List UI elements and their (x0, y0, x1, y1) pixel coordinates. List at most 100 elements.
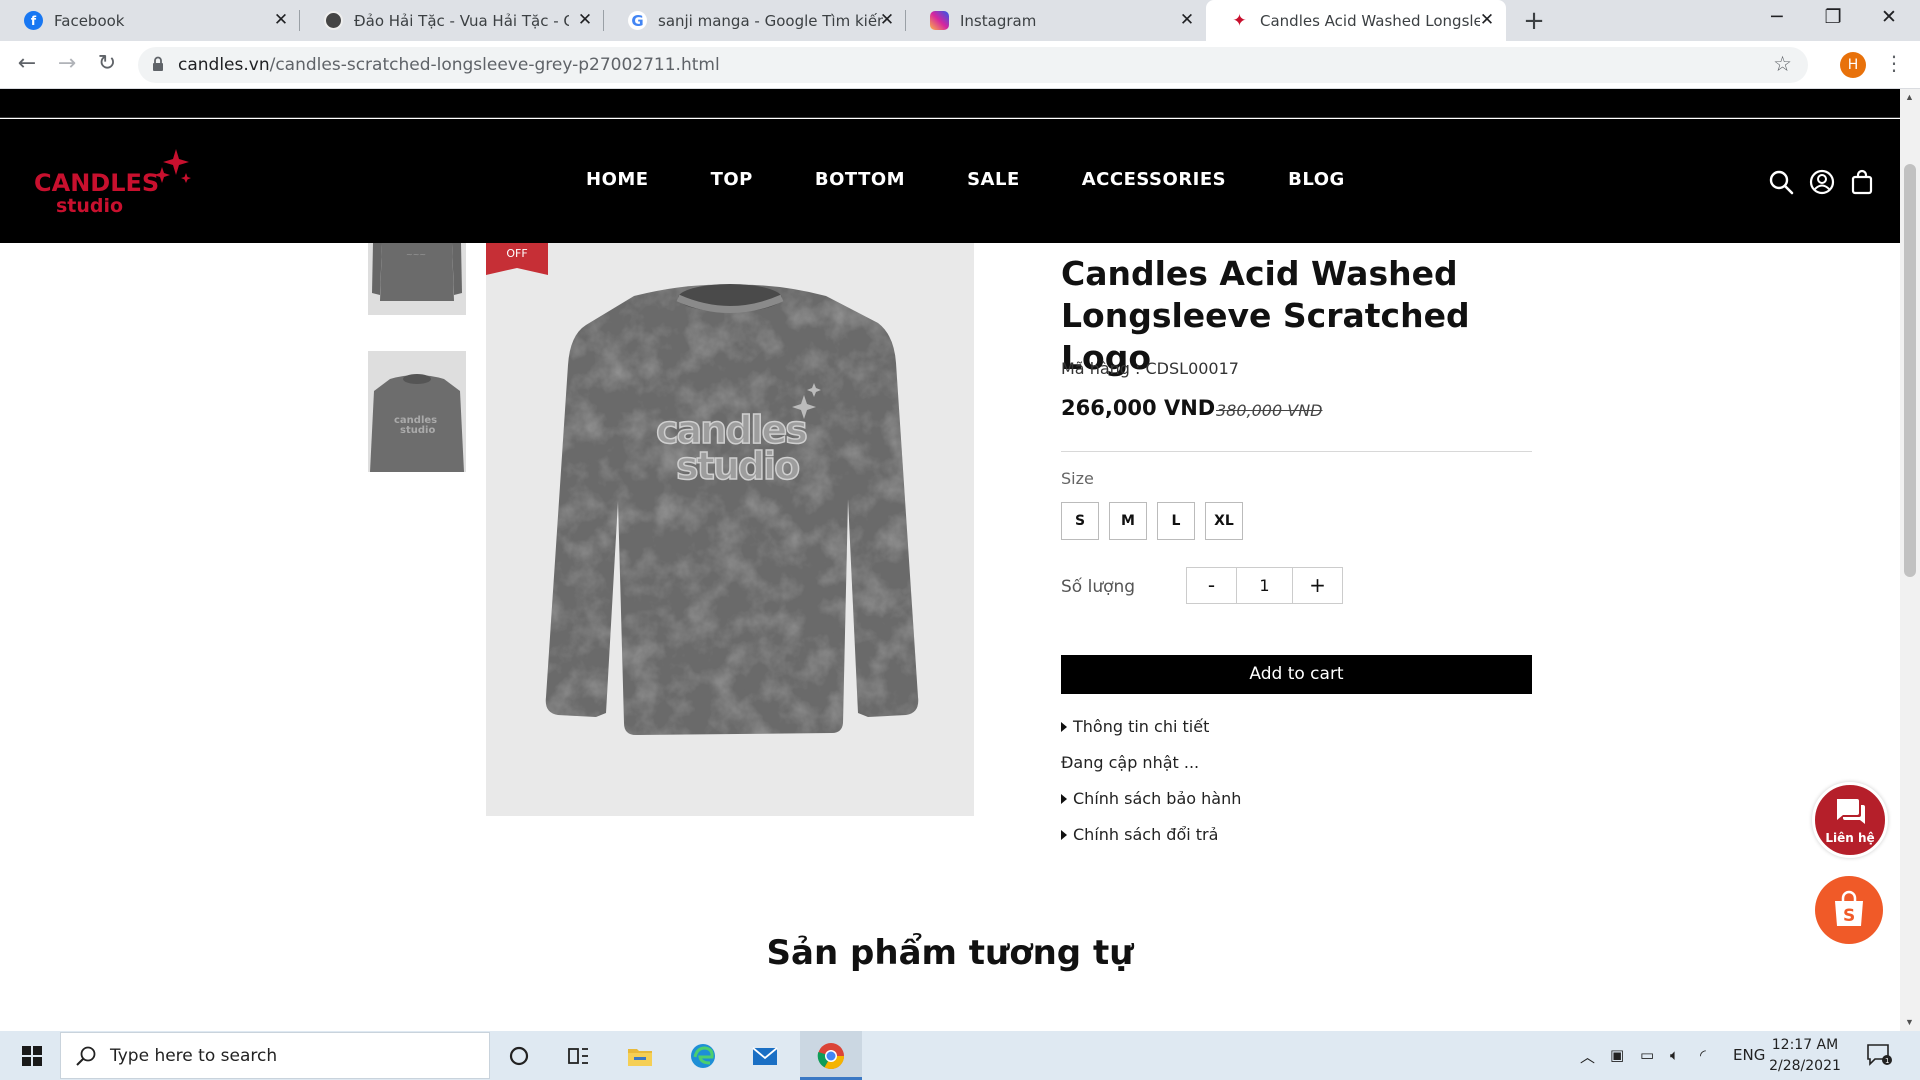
account-icon[interactable] (1809, 169, 1835, 195)
cortana-icon[interactable] (504, 1041, 534, 1071)
back-button[interactable]: ← (12, 51, 42, 76)
nav-top[interactable]: TOP (711, 169, 753, 190)
meet-now-icon[interactable]: ▣ (1610, 1046, 1624, 1064)
tab-close-icon[interactable]: ✕ (576, 11, 594, 29)
size-selector: S M L XL (1061, 502, 1253, 540)
site-header: CANDLES studio HOME TOP BOTTOM SALE ACCE… (0, 119, 1900, 243)
page-viewport: ~~~ candles studio candles studio OFF CA… (0, 89, 1900, 1031)
bookmark-star-icon[interactable]: ☆ (1773, 52, 1792, 76)
tab-title: Facebook (54, 11, 125, 30)
minimize-button[interactable]: ─ (1762, 6, 1792, 28)
file-explorer-icon[interactable] (625, 1041, 655, 1071)
product-main-image[interactable]: candles studio (486, 243, 974, 816)
lock-icon[interactable] (152, 56, 164, 72)
candles-studio-logo[interactable]: CANDLES studio (34, 147, 194, 217)
tab-title: Candles Acid Washed Longsleeve (1260, 11, 1480, 30)
search-icon[interactable] (1768, 169, 1794, 195)
chrome-icon (817, 1043, 845, 1070)
windows-taskbar: Type here to search ︿ ▣ ▭ 🔈︎ ◜ ENG 12:17… (0, 1031, 1920, 1080)
caret-right-icon (1061, 830, 1067, 840)
browser-menu-icon[interactable]: ⋮ (1884, 51, 1904, 75)
contact-chat-button[interactable]: Liên hệ (1812, 782, 1888, 858)
product-old-price: 380,000 VND (1216, 401, 1323, 420)
accordion-label: Thông tin chi tiết (1073, 717, 1210, 736)
logo-text-candles: CANDLES (34, 169, 160, 197)
sparkle-icon (154, 149, 191, 183)
svg-text:1: 1 (1885, 1057, 1889, 1065)
notification-center-icon[interactable]: 1 (1866, 1043, 1892, 1067)
browser-tab-instagram[interactable]: Instagram ✕ (906, 0, 1206, 41)
close-window-button[interactable]: ✕ (1874, 6, 1904, 28)
main-navigation: HOME TOP BOTTOM SALE ACCESSORIES BLOG (586, 169, 1407, 190)
tab-close-icon[interactable]: ✕ (272, 11, 290, 29)
google-icon: G (628, 11, 647, 30)
volume-icon[interactable]: 🔈︎ (1670, 1046, 1679, 1064)
size-option-m[interactable]: M (1109, 502, 1147, 540)
browser-tab-onepiece[interactable]: Đảo Hải Tặc - Vua Hải Tặc - One ✕ (300, 0, 604, 41)
accordion-warranty[interactable]: Chính sách bảo hành (1061, 789, 1241, 808)
quantity-input[interactable]: 1 (1237, 567, 1292, 604)
size-option-s[interactable]: S (1061, 502, 1099, 540)
wifi-icon[interactable]: ◜ (1700, 1046, 1706, 1064)
clock-time: 12:17 AM (1771, 1037, 1839, 1053)
shopee-bag-icon: S (1835, 890, 1863, 926)
svg-text:S: S (1843, 906, 1855, 926)
nav-accessories[interactable]: ACCESSORIES (1082, 169, 1226, 190)
address-toolbar: ← → ↻ candles.vn/candles-scratched-longs… (0, 41, 1920, 89)
shopee-button[interactable]: S (1815, 876, 1883, 944)
tab-close-icon[interactable]: ✕ (1478, 11, 1496, 29)
taskbar-clock[interactable]: 12:17 AM 2/28/2021 (1760, 1035, 1850, 1077)
task-view-icon[interactable] (563, 1041, 593, 1071)
nav-home[interactable]: HOME (586, 169, 649, 190)
product-thumbnail-2[interactable]: candles studio (368, 351, 466, 472)
size-label: Size (1061, 469, 1094, 488)
accordion-label: Chính sách bảo hành (1073, 789, 1242, 808)
browser-tab-facebook[interactable]: f Facebook ✕ (0, 0, 300, 41)
battery-icon[interactable]: ▭ (1640, 1046, 1654, 1064)
shopping-bag-icon[interactable] (1849, 169, 1875, 195)
quantity-increase-button[interactable]: + (1292, 567, 1343, 604)
shirt-thumbnail-image: ~~~ (368, 243, 466, 315)
accordion-details[interactable]: Thông tin chi tiết (1061, 717, 1209, 736)
add-to-cart-button[interactable]: Add to cart (1061, 655, 1532, 694)
facebook-icon: f (24, 11, 43, 30)
taskbar-search-box[interactable]: Type here to search (60, 1032, 490, 1079)
nav-bottom[interactable]: BOTTOM (815, 169, 905, 190)
nav-sale[interactable]: SALE (967, 169, 1020, 190)
page-scrollbar[interactable]: ▲ ▼ (1900, 89, 1920, 1031)
tab-close-icon[interactable]: ✕ (878, 11, 896, 29)
tab-title: sanji manga - Google Tìm kiếm (658, 11, 883, 30)
size-option-xl[interactable]: XL (1205, 502, 1243, 540)
show-hidden-icons[interactable]: ︿ (1580, 1046, 1595, 1067)
size-option-l[interactable]: L (1157, 502, 1195, 540)
reload-button[interactable]: ↻ (92, 51, 122, 76)
quantity-decrease-button[interactable]: - (1186, 567, 1237, 604)
new-tab-button[interactable]: + (1519, 6, 1549, 36)
accordion-returns[interactable]: Chính sách đổi trả (1061, 825, 1218, 844)
candles-favicon: ✦ (1232, 10, 1247, 31)
windows-start-icon[interactable] (22, 1046, 42, 1066)
product-price: 266,000 VND (1061, 396, 1216, 420)
profile-avatar[interactable]: H (1840, 52, 1866, 78)
longsleeve-shirt-image: candles studio (486, 243, 974, 816)
browser-tab-candles-active[interactable]: ✦ Candles Acid Washed Longsleeve ✕ (1206, 0, 1506, 41)
related-products-heading: Sản phẩm tương tự (766, 933, 1134, 973)
taskbar-chrome-active[interactable] (800, 1031, 862, 1080)
url-text[interactable]: candles.vn/candles-scratched-longsleeve-… (178, 55, 720, 75)
edge-icon[interactable] (688, 1041, 718, 1071)
address-bar[interactable]: candles.vn/candles-scratched-longsleeve-… (138, 47, 1808, 83)
tab-close-icon[interactable]: ✕ (1178, 11, 1196, 29)
browser-tab-strip: f Facebook ✕ Đảo Hải Tặc - Vua Hải Tặc -… (0, 0, 1920, 41)
instagram-icon (930, 11, 949, 30)
tab-title: Instagram (960, 11, 1037, 30)
mail-icon[interactable] (750, 1041, 780, 1071)
forward-button[interactable]: → (52, 51, 82, 76)
details-content: Đang cập nhật ... (1061, 753, 1200, 772)
nav-blog[interactable]: BLOG (1288, 169, 1345, 190)
top-announcement-bar (0, 89, 1900, 118)
scrollbar-thumb[interactable] (1904, 164, 1916, 577)
svg-text:studio: studio (400, 425, 435, 436)
restore-button[interactable]: ❐ (1818, 6, 1848, 28)
browser-tab-google[interactable]: G sanji manga - Google Tìm kiếm ✕ (604, 0, 906, 41)
product-thumbnail-1[interactable]: ~~~ (368, 243, 466, 315)
